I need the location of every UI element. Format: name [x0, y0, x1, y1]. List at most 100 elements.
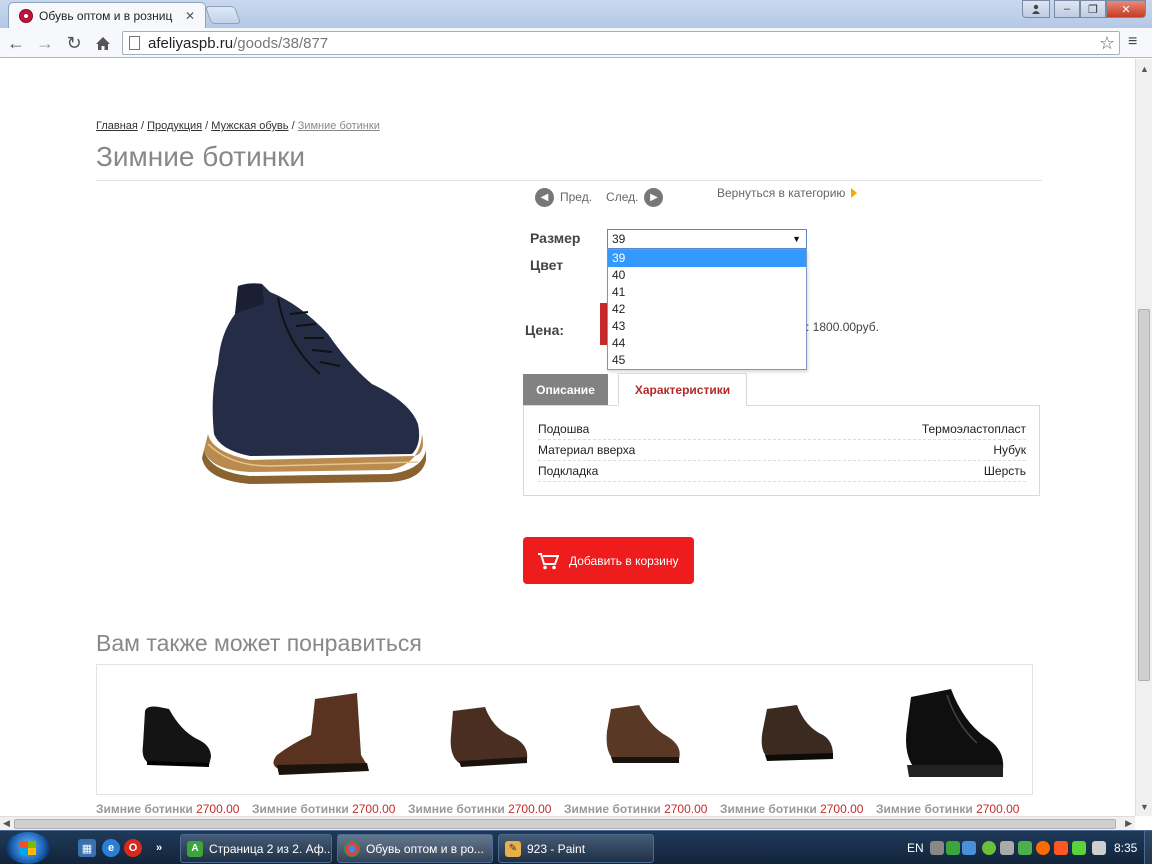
address-bar[interactable]: afeliyaspb.ru/goods/38/877 ☆ [122, 31, 1120, 55]
taskbar-item-document[interactable]: A Страница 2 из 2. Аф... [180, 834, 332, 863]
home-icon[interactable] [92, 32, 114, 54]
site-favicon-icon [19, 9, 33, 23]
related-product-caption[interactable]: Зимние ботинки 2700.00 [876, 802, 1019, 816]
paint-app-icon: ✎ [505, 840, 521, 857]
vertical-scroll-thumb[interactable] [1138, 309, 1150, 681]
browser-menu-icon[interactable]: ≡ [1128, 34, 1144, 50]
arrow-right-icon [851, 188, 858, 198]
tray-arrow-icon[interactable] [930, 841, 944, 855]
prev-arrow-icon[interactable]: ◀ [535, 187, 554, 207]
reload-icon[interactable]: ↻ [63, 32, 85, 54]
page-viewport: Главная / Продукция / Мужская обувь / Зи… [0, 59, 1135, 816]
quicklaunch-more-icon[interactable]: » [150, 839, 168, 857]
dropdown-arrow-icon: ▼ [792, 234, 801, 244]
related-product-image[interactable] [721, 665, 877, 796]
bookmark-star-icon[interactable]: ☆ [1099, 33, 1115, 54]
characteristics-panel: Подошва Термоэластопласт Материал вверха… [523, 405, 1040, 496]
related-product-image[interactable] [97, 665, 253, 796]
breadcrumb-link-mens-shoes[interactable]: Мужская обувь [211, 120, 288, 132]
related-products [96, 664, 1033, 795]
char-row: Материал вверха Нубук [538, 440, 1026, 461]
related-product-image[interactable] [565, 665, 721, 796]
breadcrumb-current[interactable]: Зимние ботинки [298, 120, 380, 132]
tray-drive-icon[interactable] [1000, 841, 1014, 855]
add-to-cart-button[interactable]: Добавить в корзину [523, 537, 694, 584]
tray-alert-icon[interactable] [1036, 841, 1050, 855]
back-arrow-icon[interactable]: ← [5, 32, 27, 54]
related-product-caption[interactable]: Зимние ботинки 2700.00 [408, 802, 551, 816]
scroll-up-icon[interactable]: ▲ [1140, 64, 1149, 74]
tray-utorrent-icon[interactable] [982, 841, 996, 855]
input-language-indicator[interactable]: EN [907, 841, 924, 855]
next-arrow-icon[interactable]: ▶ [644, 187, 664, 207]
scroll-left-icon[interactable]: ◀ [3, 818, 10, 829]
back-to-category-link[interactable]: Вернуться в категорию [717, 186, 858, 200]
related-product-caption[interactable]: Зимние ботинки 2700.00 [720, 802, 863, 816]
url-text: afeliyaspb.ru/goods/38/877 [148, 34, 329, 52]
tray-signal-icon[interactable] [1072, 841, 1086, 855]
taskbar-item-browser[interactable]: Обувь оптом и в ро... [337, 834, 493, 863]
breadcrumb-link-home[interactable]: Главная [96, 120, 138, 132]
related-product-image[interactable] [253, 665, 409, 796]
windows-taskbar: ▦ e O » A Страница 2 из 2. Аф... Обувь о… [0, 830, 1152, 864]
quicklaunch-opera-icon[interactable]: O [124, 839, 142, 857]
page-icon [129, 36, 140, 50]
tab-close-icon[interactable]: ✕ [185, 9, 195, 23]
start-button[interactable] [6, 832, 50, 864]
size-select[interactable]: 39 ▼ [607, 229, 807, 249]
browser-tab-active[interactable]: Обувь оптом и в розниц ✕ [8, 2, 206, 29]
scroll-right-icon[interactable]: ▶ [1125, 818, 1132, 829]
tab-characteristics[interactable]: Характеристики [618, 373, 747, 406]
related-product-caption[interactable]: Зимние ботинки 2700.00 [96, 802, 239, 816]
char-row: Подошва Термоэластопласт [538, 419, 1026, 440]
related-product-caption[interactable]: Зимние ботинки 2700.00 [564, 802, 707, 816]
maximize-window-button[interactable]: ❐ [1080, 0, 1106, 18]
char-row: Подкладка Шерсть [538, 461, 1026, 482]
size-option[interactable]: 44 [608, 335, 806, 352]
chrome-icon [344, 840, 360, 857]
vertical-scrollbar[interactable]: ▲ ▼ [1135, 59, 1152, 816]
product-image [202, 283, 426, 484]
taskbar-item-paint[interactable]: ✎ 923 - Paint [498, 834, 654, 863]
related-title: Вам также может понравиться [96, 630, 422, 656]
related-product-image[interactable] [877, 665, 1033, 796]
breadcrumb: Главная / Продукция / Мужская обувь / Зи… [96, 120, 380, 132]
page-title: Зимние ботинки [96, 141, 306, 172]
tray-network-icon[interactable] [962, 841, 976, 855]
tray-check-icon[interactable] [1018, 841, 1032, 855]
size-dropdown-list: 39 40 41 42 43 44 45 [607, 249, 807, 370]
size-option[interactable]: 42 [608, 301, 806, 318]
size-option[interactable]: 43 [608, 318, 806, 335]
tray-volume-icon[interactable] [1092, 841, 1106, 855]
color-label: Цвет [530, 257, 564, 273]
horizontal-scrollbar[interactable]: ◀ ▶ [0, 816, 1135, 830]
tray-app2-icon[interactable] [1054, 841, 1068, 855]
tab-description[interactable]: Описание [523, 374, 608, 405]
minimize-window-button[interactable]: – [1054, 0, 1080, 18]
prev-link[interactable]: Пред. [560, 190, 592, 204]
scroll-down-icon[interactable]: ▼ [1140, 802, 1149, 812]
close-window-button[interactable]: ✕ [1106, 0, 1146, 18]
breadcrumb-link-products[interactable]: Продукция [147, 120, 202, 132]
user-profile-icon[interactable] [1022, 0, 1050, 18]
forward-arrow-icon[interactable]: → [34, 32, 56, 54]
size-option[interactable]: 39 [608, 250, 806, 267]
new-tab-button[interactable] [204, 6, 242, 24]
quicklaunch-ie-icon[interactable]: e [102, 839, 120, 857]
related-product-caption[interactable]: Зимние ботинки 2700.00 [252, 802, 395, 816]
browser-tab-title: Обувь оптом и в розниц [39, 9, 173, 23]
browser-toolbar: ← → ↻ afeliyaspb.ru/goods/38/877 ☆ ≡ [0, 28, 1152, 58]
horizontal-scroll-thumb[interactable] [14, 819, 1116, 829]
tray-app-icon[interactable] [946, 841, 960, 855]
size-option[interactable]: 41 [608, 284, 806, 301]
size-option[interactable]: 45 [608, 352, 806, 369]
show-desktop-button[interactable] [1144, 831, 1152, 864]
related-product-image[interactable] [409, 665, 565, 796]
taskbar-clock[interactable]: 8:35 [1114, 841, 1137, 855]
next-link[interactable]: След. [606, 190, 638, 204]
quicklaunch-explorer-icon[interactable]: ▦ [78, 839, 96, 857]
size-label: Размер [530, 230, 581, 246]
size-option[interactable]: 40 [608, 267, 806, 284]
title-divider [96, 180, 1042, 181]
price-value: : 1800.00руб. [806, 320, 879, 334]
